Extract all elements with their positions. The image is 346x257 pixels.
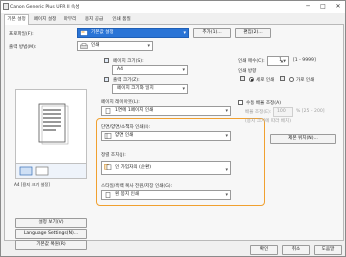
preview-view-toggle[interactable] (15, 163, 87, 179)
output-method-label: 출력 방법(M): (9, 45, 37, 50)
page-layout-value: 1면에 1페이지 인쇄 (115, 108, 154, 113)
page-size-value: A4 (117, 67, 124, 72)
page-size-select[interactable]: A4 ▾ (112, 65, 188, 75)
output-size-icon (104, 77, 109, 82)
collate-select[interactable]: 인 가입자의 (순환) ▾ (101, 161, 231, 175)
ok-button[interactable]: 확인 (250, 245, 278, 255)
window-title: Canon Generic Plus UFR II 속성 (10, 5, 80, 10)
copies-label: 인쇄 매수(C): (238, 59, 265, 64)
close-icon[interactable]: ✕ (331, 2, 345, 11)
portrait-radio[interactable] (249, 77, 254, 82)
maximize-icon[interactable]: □ (316, 2, 330, 11)
color-mode-value: 흰 봉지 인쇄 (115, 192, 140, 197)
manual-scaling-label: 수동 배율 조정(A) (246, 101, 282, 106)
page-preview-image (38, 103, 69, 145)
restore-defaults-button[interactable]: 기본값 복원(R) (15, 240, 87, 250)
profile-icon (80, 30, 88, 36)
paper-size-settings-label: A4 [용지 크기 설정] (14, 182, 50, 187)
portrait-icon (240, 76, 245, 81)
stepper-icon[interactable]: ▲▼ (281, 57, 286, 65)
profile-select[interactable]: 기본값 설정 ▾ (77, 28, 189, 38)
page-size-label: 페이지 크기(S): (113, 59, 144, 64)
page-size-icon (104, 58, 109, 63)
output-size-value: 페이지 크기와 일치 (117, 86, 154, 91)
landscape-label: 가로 인쇄 (296, 78, 315, 83)
chevron-down-icon: ▾ (182, 67, 185, 73)
portrait-label: 세로 인쇄 (256, 78, 275, 83)
duplex-label: 단면/양면/소책자 인쇄(I): (101, 125, 151, 130)
output-size-label: 출력 크기(Z): (113, 78, 140, 83)
tab-finishing[interactable]: 마무리 (60, 15, 80, 25)
landscape-radio[interactable] (289, 77, 294, 82)
tab-page-setup[interactable]: 페이지 설정 (31, 15, 59, 25)
scale-label: 배율 조정(E): (245, 110, 272, 115)
chevron-down-icon: ▾ (225, 167, 228, 173)
output-method-value: 인쇄 (91, 43, 100, 48)
minimize-icon[interactable]: ─ (301, 2, 315, 11)
collate-label: 정렬 조치(J): (101, 153, 126, 158)
printer-properties-window: Canon Generic Plus UFR II 속성 ─ □ ✕ 기본 설정… (0, 0, 346, 257)
profile-edit-button[interactable]: 편집(2)... (235, 28, 271, 38)
printer-app-icon (3, 3, 9, 10)
scale-range: % [25 - 200] (296, 109, 325, 114)
view-settings-button[interactable]: 설정 보기(V) (15, 218, 87, 228)
duplex-select[interactable]: 양면 인쇄 ▾ (101, 131, 231, 141)
page-layout-select[interactable]: 1면에 1페이지 인쇄 ▾ (101, 106, 231, 116)
page-preview (15, 89, 87, 171)
scale-input[interactable]: 100 (273, 107, 293, 117)
copies-input[interactable]: 1 ▲▼ (267, 56, 289, 66)
chevron-down-icon: ▾ (225, 108, 228, 114)
color-mode-icon (105, 192, 111, 198)
tab-bar: 기본 설정 페이지 설정 마무리 용지 공급 인쇄 품질 (4, 13, 344, 26)
basic-settings-panel: 프로파일(F): 기본값 설정 ▾ 추가(1)... 편집(2)... 출력 방… (4, 25, 344, 250)
duplex-value: 양면 인쇄 (115, 133, 134, 138)
copies-range: [1 - 9999] (293, 58, 316, 63)
cancel-button[interactable]: 취소 (282, 245, 310, 255)
chevron-down-icon: ▾ (183, 30, 186, 36)
color-mode-select[interactable]: 흰 봉지 인쇄 ▾ (101, 190, 231, 200)
chevron-down-icon: ▾ (225, 192, 228, 198)
page-layout-icon (105, 108, 111, 114)
chevron-down-icon: ▾ (147, 43, 150, 49)
color-mode-label: 스타일/흑백 복사 전원/저장 인쇄(G): (101, 184, 173, 189)
binding-location-button[interactable]: 제본 위치(N)... (270, 134, 336, 144)
profile-add-button[interactable]: 추가(1)... (193, 28, 231, 38)
manual-scaling-checkbox[interactable] (238, 100, 243, 105)
page-layout-label: 페이지 레이아웃(L): (101, 100, 140, 105)
printer-icon (80, 43, 88, 49)
duplex-icon (104, 133, 112, 139)
chevron-down-icon: ▾ (225, 133, 228, 139)
tab-print-quality[interactable]: 인쇄 품질 (109, 15, 134, 25)
landscape-icon (280, 76, 285, 81)
collate-icon (104, 164, 112, 170)
profile-value: 기본값 설정 (91, 30, 114, 35)
chevron-down-icon: ▾ (182, 86, 185, 92)
collate-value: 인 가입자의 (순환) (115, 165, 152, 170)
output-method-select[interactable]: 인쇄 ▾ (77, 41, 153, 51)
profile-label: 프로파일(F): (9, 32, 34, 37)
title-bar[interactable]: Canon Generic Plus UFR II 속성 ─ □ ✕ (1, 1, 345, 13)
tab-paper-source[interactable]: 용지 공급 (82, 15, 106, 25)
orientation-label: 인쇄 방향 (238, 69, 257, 74)
printer-view-icon (19, 166, 49, 176)
scale-value: 100 (277, 109, 286, 114)
language-settings-button[interactable]: Language Settings(N)... (15, 229, 87, 239)
output-size-select[interactable]: 페이지 크기와 일치 ▾ (112, 84, 188, 94)
scale-note: (용지 크기에 따라 배치) (245, 119, 292, 124)
help-button[interactable]: 도움말 (314, 245, 342, 255)
